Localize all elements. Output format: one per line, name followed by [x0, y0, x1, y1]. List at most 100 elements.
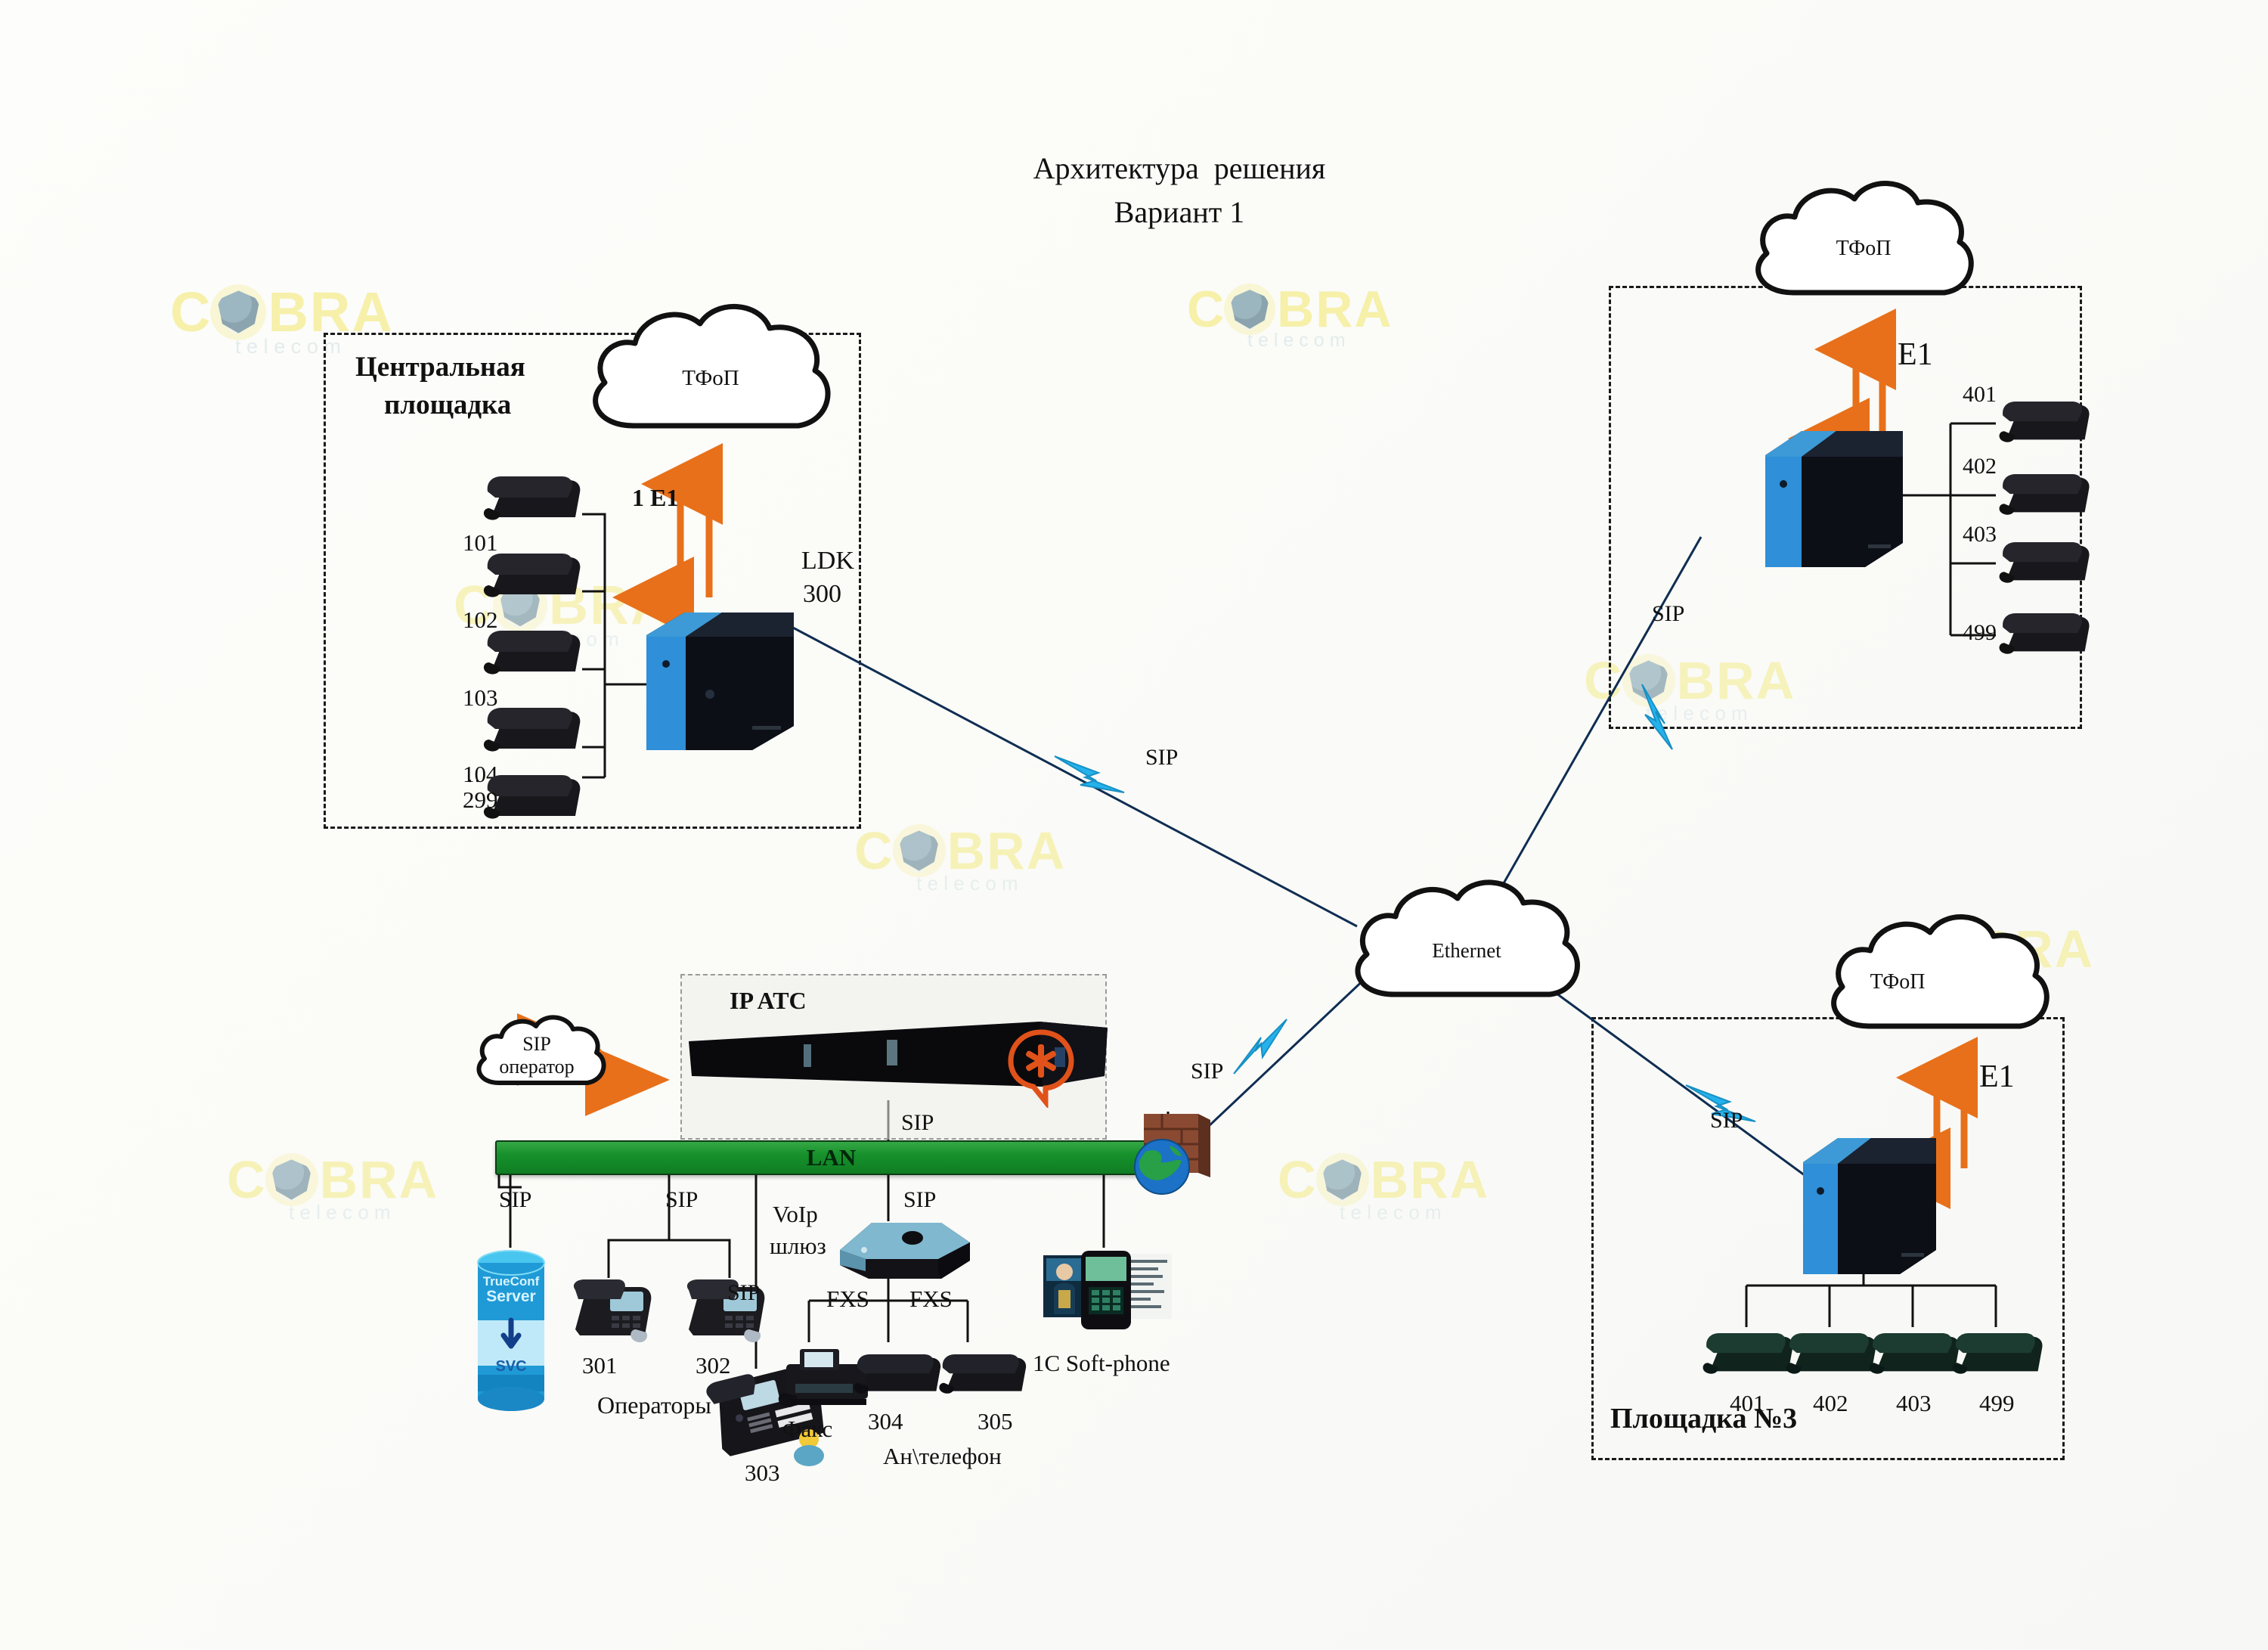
cloud-pstn-site3: ТФоП	[1814, 904, 2064, 1066]
desk-phone-icon	[480, 623, 593, 684]
watermark-c: C	[170, 281, 210, 343]
watermark-emblem	[892, 824, 946, 877]
gateway-label-line1: VoIp	[773, 1201, 818, 1227]
site3-label: Площадка №3	[1610, 1403, 1798, 1434]
cloud-label: Ethernet	[1432, 939, 1501, 962]
extension-label: 499	[1979, 1390, 2015, 1416]
desk-phone-icon	[1996, 393, 2102, 452]
sip-label-operators: SIP	[665, 1187, 699, 1212]
sip-link-label-lan: SIP	[1191, 1059, 1224, 1084]
watermark-c: C	[854, 821, 893, 880]
lan-label: LAN	[806, 1144, 857, 1171]
page-subtitle: Вариант 1	[1114, 195, 1245, 229]
extension-label: 301	[582, 1352, 618, 1379]
central-site-label-line2: площадка	[384, 389, 512, 420]
operators-caption: Операторы	[597, 1391, 711, 1419]
watermark-emblem	[265, 1153, 318, 1206]
watermark-emblem	[1224, 284, 1276, 335]
sip-label-server: SIP	[499, 1187, 532, 1212]
firewall-icon	[1123, 1108, 1221, 1210]
sip-link-label-site3: SIP	[1710, 1108, 1743, 1133]
e1-trunk-label: E1	[1979, 1059, 2015, 1094]
trueconf-server: TrueConf Server SVC	[470, 1248, 552, 1422]
ip-phone-icon	[571, 1276, 658, 1345]
cloud-label: ТФоП	[682, 366, 739, 390]
cloud-pstn-site2: ТФоП	[1739, 170, 1988, 333]
diagram-canvas: C BRA telecom C BRA telecom C BRA teleco…	[0, 0, 2268, 1650]
watermark-tagline: telecom	[289, 1201, 396, 1224]
cloud-pstn-central: ТФоП	[575, 293, 847, 467]
watermark-tagline: telecom	[916, 872, 1024, 895]
sip-label-ipatc-lan: SIP	[901, 1110, 934, 1135]
fxs-port-label-1: FXS	[826, 1286, 869, 1312]
voip-gateway	[835, 1206, 975, 1286]
server-brand-line1: TrueConf	[482, 1274, 540, 1289]
cloud-sip-operator: SIP оператор	[469, 1013, 606, 1104]
ip-pbx-appliance	[684, 1017, 1108, 1109]
desk-phone-icon	[480, 546, 593, 606]
extension-label: 401	[1730, 1390, 1765, 1416]
pbx-model-line1: LDK	[801, 547, 854, 575]
extension-label: 402	[1813, 1390, 1848, 1416]
watermark-c: C	[1278, 1150, 1316, 1209]
desk-phone-icon	[1996, 534, 2102, 593]
watermark-cobra: C BRA telecom	[854, 820, 1066, 895]
server-brand: TrueConf Server	[470, 1275, 552, 1305]
sip-label-phone303: SIP	[727, 1280, 761, 1305]
softphone-caption: 1C Soft-phone	[1033, 1350, 1170, 1376]
central-site-label-line1: Центральная	[355, 352, 525, 383]
watermark-bra: BRA	[1370, 1150, 1490, 1209]
extension-label: 305	[978, 1408, 1013, 1434]
desk-phone-icon	[1949, 1325, 2055, 1384]
analog-caption: Ан\телефон	[883, 1443, 1002, 1469]
analog-phone-icon	[936, 1345, 1038, 1405]
lan-segment: LAN	[495, 1140, 1167, 1175]
extension-label: 303	[745, 1459, 780, 1486]
desk-phone-icon	[1996, 605, 2102, 664]
e1-trunk-label: 1 E1	[632, 484, 679, 511]
e1-trunk-label: E1	[1898, 337, 1933, 372]
extension-label: 403	[1963, 522, 1997, 547]
desk-phone-icon	[1996, 466, 2102, 525]
softphone-icon	[1042, 1249, 1174, 1344]
watermark-cobra: C BRA telecom	[1187, 280, 1393, 352]
desk-phone-icon	[480, 700, 593, 761]
extension-label: 402	[1963, 454, 1997, 479]
globe-icon	[1134, 1139, 1190, 1195]
watermark-tagline: telecom	[1247, 330, 1351, 351]
fax-caption: Факс	[782, 1416, 833, 1442]
extension-label: 403	[1896, 1390, 1932, 1416]
pbx-site2	[1758, 423, 1909, 575]
watermark-c: C	[1187, 281, 1224, 338]
server-svc-label: SVC	[495, 1358, 527, 1375]
cloud-label-line2: оператор	[499, 1056, 575, 1078]
watermark-bra: BRA	[1277, 281, 1393, 338]
ip-pbx-label: IP ATC	[730, 987, 807, 1014]
cloud-label: ТФоП	[1836, 237, 1892, 260]
gateway-label-line2: шлюз	[770, 1233, 826, 1259]
cloud-label-line1: SIP	[522, 1033, 551, 1055]
cloud-ethernet-core: Ethernet	[1338, 870, 1595, 1032]
fxs-port-label-2: FXS	[909, 1286, 953, 1312]
watermark-cobra: C BRA telecom	[1278, 1149, 1489, 1224]
watermark-tagline: telecom	[1340, 1201, 1447, 1224]
sip-link-label-site2: SIP	[1652, 601, 1685, 626]
extension-label: 401	[1963, 382, 1997, 407]
desk-phone-icon	[480, 469, 593, 529]
watermark-emblem	[210, 284, 267, 340]
pbx-ldk300	[639, 605, 801, 756]
watermark-emblem	[1315, 1153, 1369, 1206]
extension-label: 499	[1963, 620, 1997, 645]
cloud-label: ТФоП	[1870, 970, 1926, 994]
watermark-bra: BRA	[947, 821, 1067, 880]
sip-link-label-central: SIP	[1145, 745, 1179, 770]
watermark-cobra: C BRA telecom	[227, 1149, 438, 1224]
extension-label: 304	[868, 1408, 903, 1434]
pbx-site3	[1796, 1130, 1943, 1282]
page-title: Архитектура решения	[1033, 151, 1326, 185]
extension-label: 299	[463, 786, 498, 813]
watermark-bra: BRA	[319, 1150, 439, 1209]
server-brand-line2: Server	[486, 1287, 536, 1305]
watermark-c: C	[227, 1150, 265, 1209]
pbx-model-line2: 300	[803, 580, 841, 608]
